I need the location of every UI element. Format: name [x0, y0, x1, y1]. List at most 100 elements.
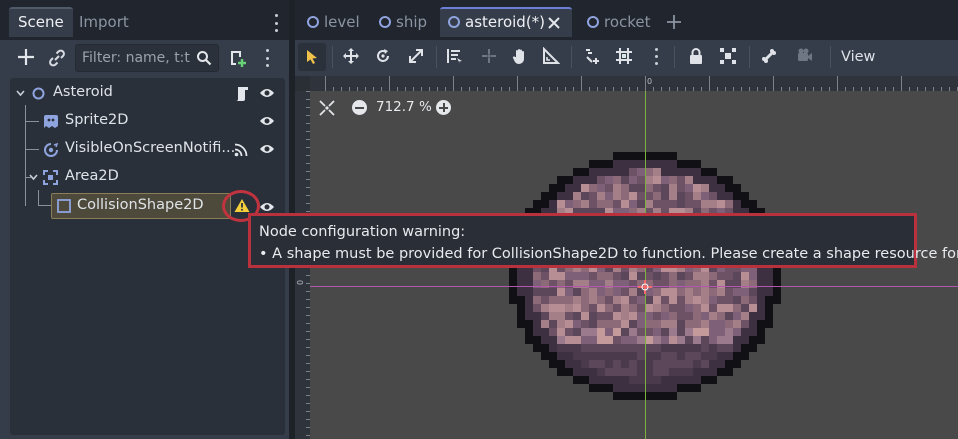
- ruler-tick: [933, 87, 934, 91]
- camera-override-icon[interactable]: [796, 47, 814, 65]
- ruler-tick: [565, 87, 566, 91]
- dock-menu-icon[interactable]: [274, 14, 278, 32]
- chevron-down-icon[interactable]: [16, 90, 25, 97]
- smart-snap-icon[interactable]: [584, 47, 602, 65]
- sprite-pixel: [613, 360, 621, 368]
- zoom-out-button[interactable]: [352, 100, 367, 115]
- rotate-mode-icon[interactable]: [374, 47, 392, 65]
- zoom-level-readout[interactable]: 712.7 %: [376, 99, 432, 115]
- sprite-pixel: [757, 272, 765, 280]
- tab-ship[interactable]: ship: [379, 7, 439, 37]
- sprite-pixel: [637, 184, 645, 192]
- visibility-eye-icon[interactable]: [259, 201, 275, 213]
- list-select-icon[interactable]: [446, 47, 464, 65]
- group-icon[interactable]: [719, 47, 737, 65]
- skeleton-bone-icon[interactable]: [760, 47, 778, 65]
- tree-item-sprite2d[interactable]: Sprite2D: [10, 108, 285, 136]
- sprite-pixel: [549, 336, 557, 344]
- close-icon[interactable]: [548, 17, 560, 29]
- warning-tooltip: Node configuration warning: • A shape mu…: [248, 213, 958, 268]
- sprite-pixel: [645, 176, 653, 184]
- tab-scene[interactable]: Scene: [9, 7, 73, 37]
- sprite-pixel: [605, 272, 613, 280]
- ruler-tick: [306, 411, 310, 412]
- cursor-arrow-icon: [307, 50, 317, 64]
- instance-scene-icon[interactable]: [46, 47, 68, 69]
- ruler-tick: [653, 87, 654, 91]
- ruler-mode-icon[interactable]: [542, 47, 560, 65]
- sprite-pixel: [581, 344, 589, 352]
- sprite-pixel: [621, 376, 629, 384]
- pan-mode-icon[interactable]: [511, 47, 529, 65]
- sprite-pixel: [557, 320, 565, 328]
- tree-item-label: Asteroid: [53, 84, 113, 100]
- visibility-eye-icon[interactable]: [259, 87, 275, 99]
- ruler-tick: [306, 187, 310, 188]
- script-icon[interactable]: [235, 86, 249, 101]
- sprite-pixel: [525, 320, 533, 328]
- sprite-pixel: [621, 288, 629, 296]
- ruler-tick: [306, 99, 310, 100]
- sprite-pixel: [669, 312, 677, 320]
- sprite-pixel: [621, 184, 629, 192]
- sprite-pixel: [661, 176, 669, 184]
- signals-icon[interactable]: [234, 143, 248, 157]
- tab-level[interactable]: level: [307, 7, 377, 37]
- visibility-eye-icon[interactable]: [259, 115, 275, 127]
- sprite-pixel: [653, 360, 661, 368]
- snap-options-icon[interactable]: [654, 48, 658, 65]
- sprite2d-icon: [44, 115, 58, 128]
- ruler-tick: [853, 87, 854, 91]
- scene-menu-icon[interactable]: [265, 49, 270, 67]
- sprite-pixel: [773, 288, 781, 296]
- sprite-pixel: [693, 344, 701, 352]
- sprite-pixel: [557, 336, 565, 344]
- sprite-pixel: [701, 352, 709, 360]
- sprite-pixel: [669, 168, 677, 176]
- add-node-button[interactable]: [15, 46, 37, 68]
- new-tab-button[interactable]: [667, 15, 681, 29]
- ruler-tick: [885, 87, 886, 91]
- center-view-icon[interactable]: [319, 100, 335, 116]
- pivot-mode-icon[interactable]: [480, 47, 498, 65]
- sprite-pixel: [517, 288, 525, 296]
- tree-item-asteroid[interactable]: Asteroid: [10, 80, 285, 108]
- sprite-pixel: [581, 288, 589, 296]
- sprite-pixel: [629, 376, 637, 384]
- chevron-down-icon[interactable]: [29, 174, 38, 181]
- visibility-eye-icon[interactable]: [259, 143, 275, 155]
- sprite-pixel: [677, 200, 685, 208]
- view-menu-button[interactable]: View: [830, 46, 885, 68]
- zoom-in-button[interactable]: [436, 100, 451, 115]
- sprite-pixel: [637, 192, 645, 200]
- sprite-pixel: [645, 272, 653, 280]
- sprite-pixel: [605, 376, 613, 384]
- lock-icon[interactable]: [687, 47, 705, 65]
- select-mode-button[interactable]: [298, 43, 326, 71]
- warning-icon[interactable]: [234, 198, 250, 213]
- sprite-pixel: [525, 296, 533, 304]
- grid-snap-icon[interactable]: [615, 47, 633, 65]
- sprite-pixel: [661, 288, 669, 296]
- tree-item-area2d[interactable]: Area2D: [10, 164, 285, 192]
- tree-item-visible-notifier[interactable]: VisibleOnScreenNotifi...: [10, 136, 285, 164]
- ruler-tick: [397, 87, 398, 91]
- sprite-pixel: [573, 168, 581, 176]
- sprite-pixel: [549, 328, 557, 336]
- tab-asteroid[interactable]: asteroid(*): [440, 7, 572, 37]
- sprite-pixel: [645, 360, 653, 368]
- sprite-pixel: [645, 160, 653, 168]
- tab-import[interactable]: Import: [70, 7, 138, 37]
- ruler-tick: [797, 87, 798, 91]
- scale-mode-icon[interactable]: [407, 47, 425, 65]
- ruler-tick: [357, 87, 358, 91]
- ruler-tick: [306, 203, 310, 204]
- warning-title: Node configuration warning:: [259, 224, 466, 240]
- move-mode-icon[interactable]: [342, 47, 360, 65]
- tab-rocket[interactable]: rocket: [587, 7, 663, 37]
- sprite-pixel: [573, 320, 581, 328]
- tree-item-collisionshape2d[interactable]: CollisionShape2D: [51, 193, 231, 219]
- sprite-pixel: [637, 392, 645, 400]
- ruler-tick: [306, 419, 310, 420]
- attach-script-icon[interactable]: [227, 48, 247, 68]
